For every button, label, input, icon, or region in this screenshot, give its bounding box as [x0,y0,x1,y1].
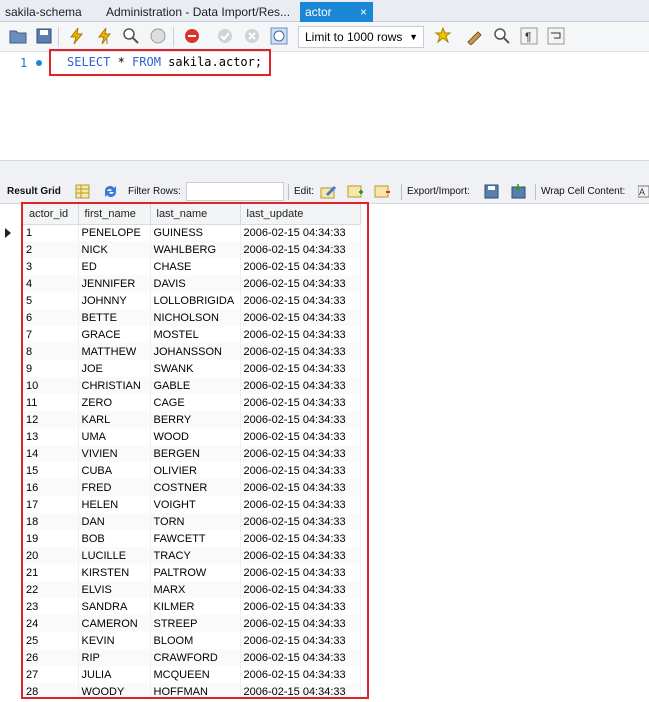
grid-view-icon[interactable] [74,183,91,200]
stop-icon[interactable] [149,27,167,45]
limit-rows-value: Limit to 1000 rows [305,30,403,44]
edit-label: Edit: [294,186,315,197]
beautify-icon[interactable] [466,27,484,45]
tab-label: actor [305,5,332,19]
grid-highlight-box [21,202,369,699]
result-grid-label[interactable]: Result Grid [7,186,61,197]
current-row-arrow-icon [5,228,11,238]
stop-on-error-icon[interactable] [183,27,201,45]
tab-actor[interactable]: actor × [300,2,373,22]
filter-rows-label: Filter Rows: [128,186,181,197]
rollback-icon[interactable] [243,27,261,45]
save-icon[interactable] [35,27,53,45]
result-toolbar: Result Grid Filter Rows: Edit: Export/Im… [0,180,649,204]
result-grid: actor_id first_name last_name last_updat… [0,202,649,702]
filter-rows-input[interactable] [186,182,284,201]
execute-icon[interactable] [68,27,86,45]
svg-text:I: I [106,39,108,45]
tab-bar: sakila-schema Administration - Data Impo… [0,0,649,22]
find-icon[interactable] [493,27,511,45]
wrap-cell-icon[interactable]: A [638,183,649,200]
explain-icon[interactable] [122,27,140,45]
edit-row-icon[interactable] [320,183,337,200]
wrap-cell-label: Wrap Cell Content: [541,186,626,197]
close-icon[interactable]: × [360,2,367,22]
svg-text:¶: ¶ [525,30,531,44]
toolbar-separator [288,184,289,200]
wrap-lines-icon[interactable] [547,27,565,45]
export-icon[interactable] [483,183,500,200]
sql-highlight-box [49,49,271,76]
toolbar-separator [401,184,402,200]
toolbar-separator [58,27,59,47]
autocommit-icon[interactable] [270,27,288,45]
toolbar-separator [535,184,536,200]
limit-rows-select[interactable]: Limit to 1000 rows ▼ [298,26,424,48]
commit-icon[interactable] [216,27,234,45]
sql-editor[interactable]: 1 SELECT * FROM sakila.actor; [0,49,649,160]
tab-sakila-schema[interactable]: sakila-schema [0,2,96,22]
chevron-down-icon: ▼ [409,32,418,42]
statement-marker-icon [36,60,42,66]
insert-row-icon[interactable] [347,183,364,200]
line-number: 1 [20,56,28,70]
tab-administration[interactable]: Administration - Data Import/Res... [101,2,297,22]
invisible-chars-icon[interactable]: ¶ [520,27,538,45]
svg-text:A: A [639,187,645,197]
panel-splitter[interactable] [0,160,649,180]
add-snippet-icon[interactable] [434,27,452,45]
sql-toolbar: I Limit to 1000 rows ▼ ¶ [0,22,649,52]
import-icon[interactable] [510,183,527,200]
refresh-icon[interactable] [102,183,119,200]
toolbar-separator [173,27,174,47]
execute-current-icon[interactable]: I [96,27,114,45]
delete-row-icon[interactable] [374,183,391,200]
export-import-label: Export/Import: [407,186,470,197]
open-folder-icon[interactable] [9,27,27,45]
tab-label: Administration - Data Import/Res... [106,5,291,19]
tab-label: sakila-schema [5,5,82,19]
